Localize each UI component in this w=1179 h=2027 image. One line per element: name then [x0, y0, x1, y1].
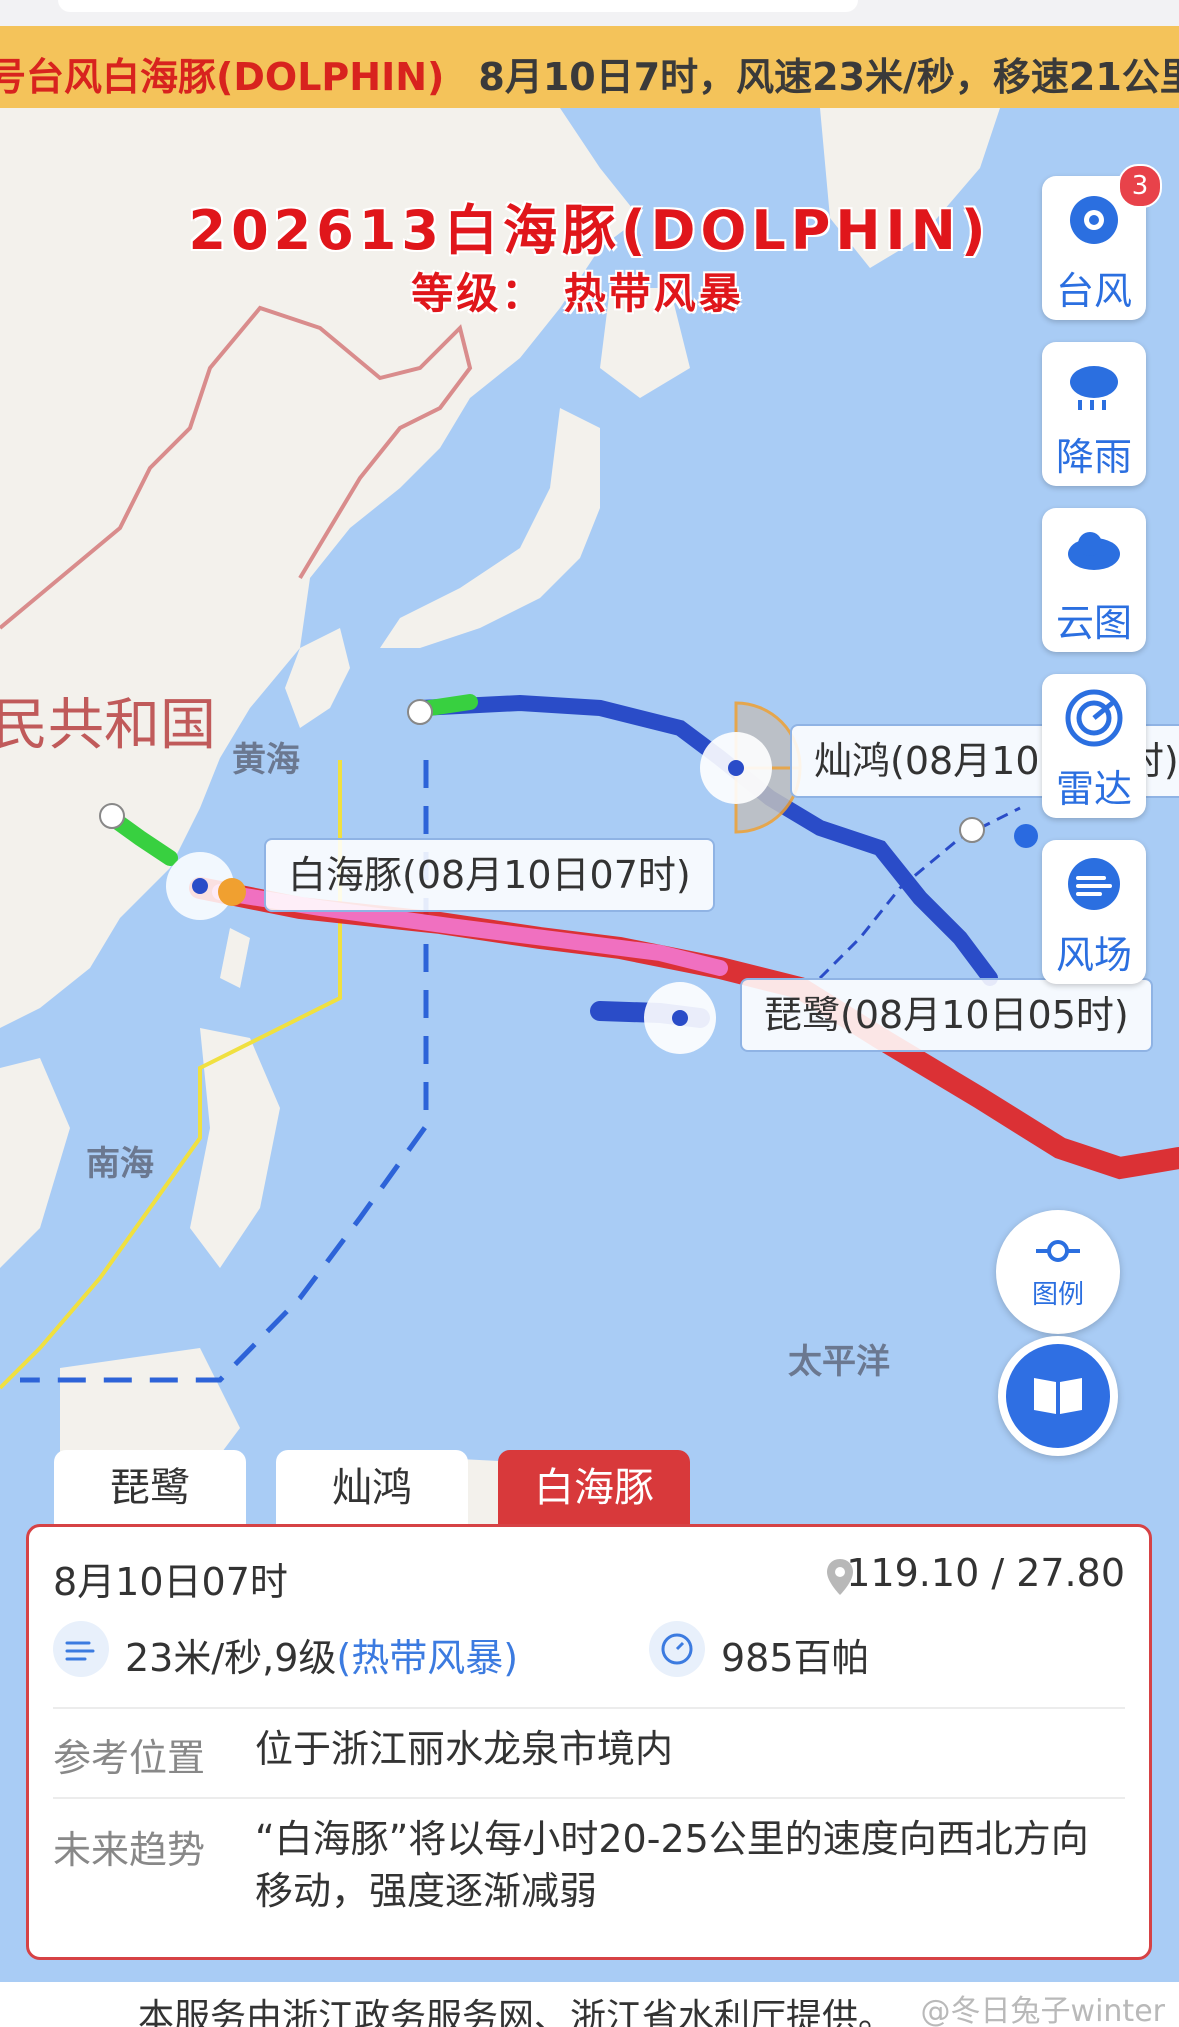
- legend-button[interactable]: 图例: [996, 1210, 1120, 1334]
- pipa-white-dot: [959, 817, 985, 843]
- wind-field-button[interactable]: 风场: [1042, 840, 1146, 984]
- legend-button-label: 图例: [1031, 1280, 1084, 1310]
- coordinates: 119.10 / 27.80: [846, 1551, 1125, 1595]
- cloud-map-button-label: 云图: [1055, 601, 1132, 645]
- radar-button[interactable]: 雷达: [1042, 674, 1146, 818]
- watermark: @冬日兔子winter: [920, 1994, 1165, 2027]
- wind-speed-icon: [53, 1621, 109, 1677]
- pipa-end-dot: [1014, 824, 1038, 848]
- typhoon-icon: [1070, 196, 1118, 244]
- reference-position-value: 位于浙江丽水龙泉市境内: [255, 1727, 674, 1771]
- divider: [53, 1707, 1125, 1709]
- future-trend-label: 未来趋势: [53, 1828, 206, 1872]
- pipa-swirl: [644, 982, 716, 1054]
- pressure-gauge-icon: [649, 1621, 705, 1677]
- cloud-map-button[interactable]: 云图: [1042, 508, 1146, 652]
- radar-icon: [1065, 689, 1123, 747]
- ticker-storm-info: 8月10日7时，风速23米/秒，移速21公里/小时: [478, 55, 1179, 99]
- dolphin-forecast-white-dot: [99, 803, 125, 829]
- yellow-sea-label: 黄海: [232, 740, 300, 780]
- land-indochina: [0, 1058, 70, 1268]
- dolphin-swirl: [166, 852, 246, 920]
- divider: [53, 1797, 1125, 1799]
- canhong-green-segment: [422, 694, 478, 716]
- typhoon-button-label: 台风: [1055, 269, 1132, 313]
- cloud-icon: [1068, 532, 1120, 570]
- app-root: 号台风白海豚(DOLPHIN) 8月10日7时，风速23米/秒，移速21公里/小时: [0, 0, 1179, 2027]
- land-taiwan: [220, 928, 250, 988]
- browser-top-strip: [0, 0, 1179, 26]
- wind-icon: [1068, 858, 1120, 910]
- south-sea-label: 南海: [86, 1144, 154, 1184]
- rain-button-label: 降雨: [1055, 435, 1132, 479]
- typhoon-info-panel: 8月10日07时 119.10 / 27.80 23米/秒,9级(热带风暴) 9…: [26, 1524, 1152, 1960]
- pacific-label: 太平洋: [788, 1342, 890, 1382]
- legend-icon: [1036, 1240, 1080, 1262]
- address-bar-edge: [58, 0, 858, 12]
- country-label: 民共和国: [0, 693, 216, 758]
- tab-pipa[interactable]: 琵鹭: [54, 1450, 246, 1526]
- ticker-text-row: 号台风白海豚(DOLPHIN) 8月10日7时，风速23米/秒，移速21公里/小时: [0, 46, 1179, 101]
- land-philippines: [190, 1028, 280, 1268]
- footer-provider-text: 本服务由浙江政务服务网、浙江省水利厅提供。: [138, 1997, 895, 2027]
- guide-book-button-fill: [1006, 1344, 1110, 1448]
- ticker-storm-name: 号台风白海豚(DOLPHIN): [0, 55, 445, 99]
- book-icon: [1034, 1378, 1082, 1414]
- tab-canhong[interactable]: 灿鸿: [276, 1450, 468, 1526]
- rain-cloud-icon: [1070, 366, 1118, 410]
- reference-position-label: 参考位置: [53, 1736, 206, 1780]
- pressure: 985百帕: [721, 1636, 870, 1680]
- pipa-storm-tag[interactable]: 琵鹭(08月10日05时): [740, 978, 1153, 1052]
- canhong-white-dot: [407, 699, 433, 725]
- observation-time: 8月10日07时: [53, 1560, 288, 1604]
- dolphin-storm-tag[interactable]: 白海豚(08月10日07时): [264, 838, 715, 912]
- rain-button[interactable]: 降雨: [1042, 342, 1146, 486]
- footer: 本服务由浙江政务服务网、浙江省水利厅提供。 @冬日兔子winter: [0, 1982, 1179, 2027]
- typhoon-ticker[interactable]: 号台风白海豚(DOLPHIN) 8月10日7时，风速23米/秒，移速21公里/小时: [0, 26, 1179, 108]
- future-trend-value: “白海豚”将以每小时20-25公里的速度向西北方向移动，强度逐渐减弱: [255, 1817, 1089, 1913]
- wind-speed-value: 23米/秒,9级: [125, 1636, 337, 1680]
- canhong-swirl: [700, 732, 772, 804]
- radar-button-label: 雷达: [1055, 767, 1132, 811]
- wind-field-button-label: 风场: [1055, 933, 1132, 977]
- guide-book-button[interactable]: [998, 1336, 1118, 1456]
- wind-speed: 23米/秒,9级(热带风暴): [125, 1627, 518, 1682]
- storm-grade: 等级： 热带风暴: [411, 269, 744, 318]
- wind-grade: (热带风暴): [336, 1636, 519, 1680]
- tab-dolphin[interactable]: 白海豚: [498, 1450, 690, 1526]
- storm-title: 202613白海豚(DOLPHIN): [188, 199, 991, 262]
- typhoon-count-badge: 3: [1118, 164, 1162, 208]
